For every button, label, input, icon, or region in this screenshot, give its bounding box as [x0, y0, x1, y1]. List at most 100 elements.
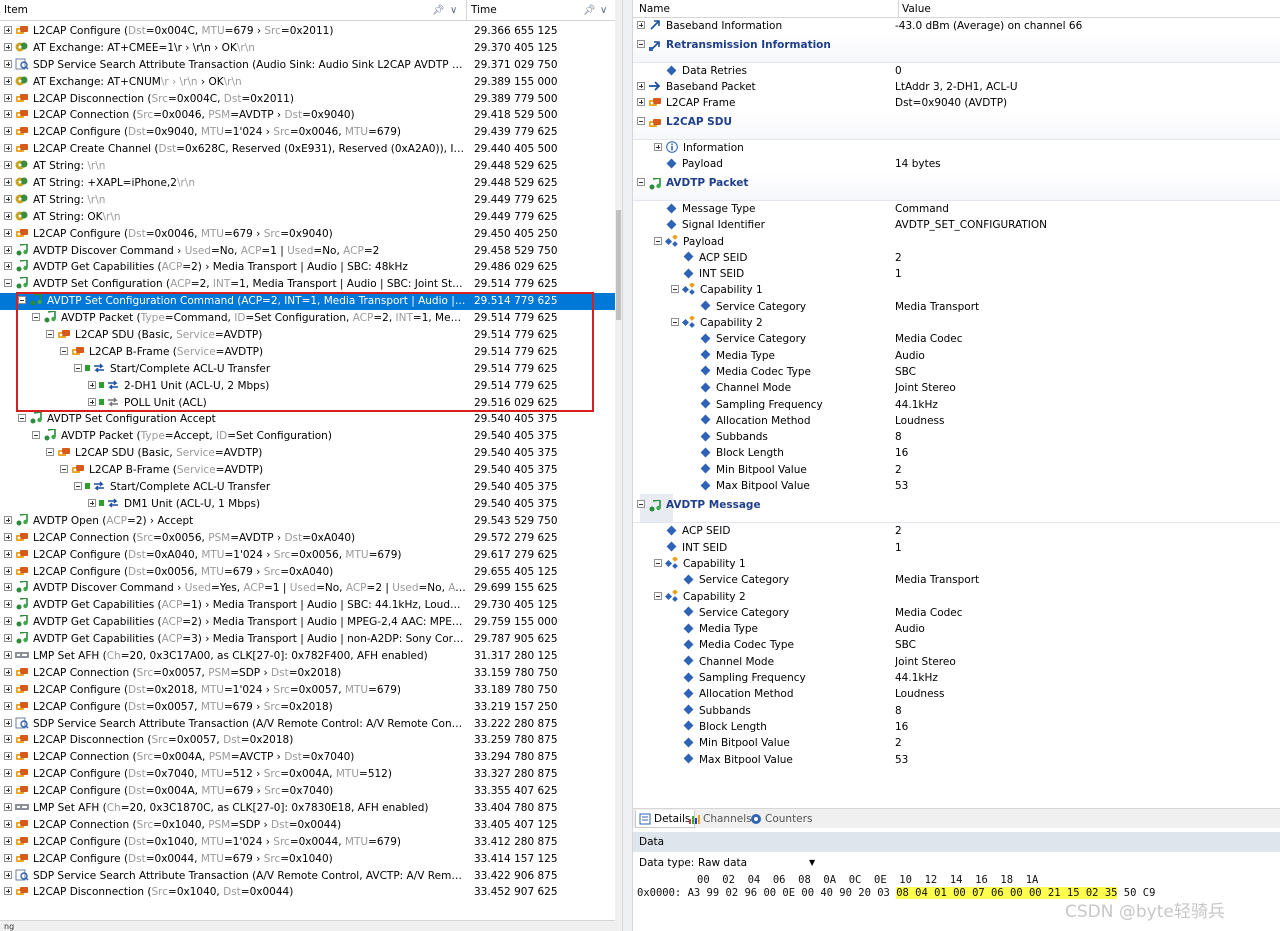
- details-row[interactable]: Channel Mode Joint Stereo: [633, 654, 1280, 670]
- frame-row[interactable]: SDP Service Search Attribute Transaction…: [0, 868, 615, 885]
- details-row[interactable]: Subbands 8: [633, 429, 1280, 445]
- expand-icon[interactable]: [4, 127, 12, 136]
- frame-row[interactable]: Start/Complete ACL-U Transfer 29.514 779 …: [0, 361, 615, 378]
- collapse-icon[interactable]: [671, 285, 679, 294]
- tab-counters[interactable]: Counters: [747, 810, 816, 828]
- expand-icon[interactable]: [4, 870, 12, 879]
- frame-row[interactable]: L2CAP Disconnection (Src=0x1040, Dst=0x0…: [0, 884, 615, 901]
- expand-icon[interactable]: [654, 143, 662, 151]
- details-row[interactable]: Sampling Frequency 44.1kHz: [633, 670, 1280, 686]
- expand-icon[interactable]: [637, 21, 645, 29]
- data-type-select[interactable]: Raw data: [693, 854, 819, 871]
- collapse-icon[interactable]: [654, 591, 662, 600]
- details-row[interactable]: Media Codec Type SBC: [633, 364, 1280, 380]
- frame-row[interactable]: AT String: \r\n 29.449 779 625: [0, 192, 615, 209]
- frame-row[interactable]: AVDTP Set Configuration Command (ACP=2, …: [0, 293, 615, 311]
- frame-row[interactable]: L2CAP Configure (Dst=0x0057, MTU=679 › S…: [0, 699, 615, 716]
- expand-icon[interactable]: [4, 144, 12, 153]
- column-header-name[interactable]: Name: [639, 0, 670, 18]
- collapse-icon[interactable]: [32, 431, 40, 440]
- details-row[interactable]: L2CAP Frame Dst=0x9040 (AVDTP): [633, 95, 1280, 111]
- frame-row[interactable]: AVDTP Open (ACP=2) › Accept 29.543 529 75…: [0, 512, 615, 530]
- frame-row[interactable]: AVDTP Set Configuration (ACP=2, INT=1, M…: [0, 276, 615, 293]
- details-row[interactable]: Service Category Media Codec: [633, 605, 1280, 621]
- frame-row[interactable]: AVDTP Set Configuration Accept 29.540 405…: [0, 411, 615, 428]
- details-section[interactable]: Retransmission Information: [633, 34, 1280, 63]
- frame-row[interactable]: L2CAP Configure (Dst=0xA040, MTU=1'024 ›…: [0, 547, 615, 564]
- expand-icon[interactable]: [4, 769, 12, 778]
- collapse-icon[interactable]: [4, 279, 12, 288]
- frame-row[interactable]: AT String: \r\n 29.448 529 625: [0, 158, 615, 175]
- details-row[interactable]: Min Bitpool Value 2: [633, 462, 1280, 478]
- frame-row[interactable]: L2CAP SDU (Basic, Service=AVDTP) 29.540 4…: [0, 445, 615, 462]
- frame-row[interactable]: SDP Service Search Attribute Transaction…: [0, 57, 615, 74]
- details-row[interactable]: Service Category Media Codec: [633, 331, 1280, 347]
- details-row[interactable]: Information: [633, 140, 1280, 156]
- collapse-icon[interactable]: [74, 482, 82, 491]
- frame-row[interactable]: L2CAP Configure (Dst=0x2018, MTU=1'024 ›…: [0, 682, 615, 699]
- frame-row[interactable]: L2CAP Configure (Dst=0x004C, MTU=679 › S…: [0, 23, 615, 40]
- frame-row[interactable]: L2CAP Create Channel (Dst=0x628C, Reserv…: [0, 141, 615, 158]
- frame-row[interactable]: L2CAP Connection (Src=0x1040, PSM=SDP › …: [0, 817, 615, 834]
- expand-icon[interactable]: [4, 583, 12, 592]
- frame-row[interactable]: L2CAP Disconnection (Src=0x0057, Dst=0x2…: [0, 732, 615, 749]
- details-section[interactable]: L2CAP SDU: [633, 111, 1280, 140]
- chevron-down-icon[interactable]: ∨: [450, 0, 457, 21]
- tab-channels[interactable]: Channels: [685, 810, 756, 828]
- frame-row[interactable]: L2CAP B-Frame (Service=AVDTP) 29.514 779 …: [0, 344, 615, 361]
- expand-icon[interactable]: [4, 245, 12, 254]
- frame-row[interactable]: AVDTP Discover Command › Used=Yes, ACP=1…: [0, 580, 615, 597]
- frame-row[interactable]: AVDTP Get Capabilities (ACP=3) › Media T…: [0, 631, 615, 648]
- expand-icon[interactable]: [4, 836, 12, 845]
- collapse-icon[interactable]: [637, 117, 645, 125]
- details-row[interactable]: Max Bitpool Value 53: [633, 478, 1280, 494]
- expand-icon[interactable]: [4, 110, 12, 119]
- expand-icon[interactable]: [4, 887, 12, 896]
- details-row[interactable]: Media Codec Type SBC: [633, 637, 1280, 653]
- details-row[interactable]: Media Type Audio: [633, 621, 1280, 637]
- collapse-icon[interactable]: [654, 236, 662, 245]
- frame-row[interactable]: SDP Service Search Attribute Transaction…: [0, 716, 615, 733]
- collapse-icon[interactable]: [32, 313, 40, 322]
- expand-icon[interactable]: [637, 82, 645, 90]
- frame-row[interactable]: L2CAP Configure (Dst=0x9040, MTU=1'024 ›…: [0, 124, 615, 141]
- frame-row[interactable]: AT Exchange: AT+CNUM\r › \r\n › OK\r\n 29…: [0, 74, 615, 91]
- expand-icon[interactable]: [4, 42, 12, 51]
- details-row[interactable]: Service Category Media Transport: [633, 572, 1280, 588]
- frame-row[interactable]: L2CAP SDU (Basic, Service=AVDTP) 29.514 7…: [0, 327, 615, 344]
- frame-row[interactable]: L2CAP Connection (Src=0x0057, PSM=SDP › …: [0, 665, 615, 682]
- pane-splitter[interactable]: [622, 0, 633, 931]
- frame-row[interactable]: LMP Set AFH (Ch=20, 0x3C1870C, as CLK[27…: [0, 800, 615, 817]
- details-row[interactable]: Channel Mode Joint Stereo: [633, 380, 1280, 396]
- details-section[interactable]: AVDTP Packet: [633, 172, 1280, 201]
- expand-icon[interactable]: [4, 26, 12, 34]
- frame-row[interactable]: 2-DH1 Unit (ACL-U, 2 Mbps) 29.514 779 625: [0, 378, 615, 395]
- expand-icon[interactable]: [4, 515, 12, 524]
- expand-icon[interactable]: [4, 735, 12, 744]
- expand-icon[interactable]: [4, 752, 12, 761]
- expand-icon[interactable]: [4, 650, 12, 659]
- collapse-icon[interactable]: [654, 558, 662, 567]
- details-row[interactable]: Payload: [633, 233, 1280, 250]
- details-row[interactable]: Capability 2: [633, 588, 1280, 605]
- frame-row[interactable]: L2CAP Configure (Dst=0x0044, MTU=679 › S…: [0, 851, 615, 868]
- frame-row[interactable]: L2CAP Connection (Src=0x004A, PSM=AVCTP …: [0, 749, 615, 766]
- expand-icon[interactable]: [4, 549, 12, 558]
- collapse-icon[interactable]: [60, 465, 68, 474]
- frame-row[interactable]: Start/Complete ACL-U Transfer 29.540 405 …: [0, 479, 615, 496]
- frame-row[interactable]: AVDTP Get Capabilities (ACP=2) › Media T…: [0, 614, 615, 631]
- details-row[interactable]: ACP SEID 2: [633, 250, 1280, 266]
- expand-icon[interactable]: [4, 532, 12, 541]
- expand-icon[interactable]: [4, 59, 12, 68]
- chevron-down-icon[interactable]: ∨: [600, 0, 607, 21]
- frame-row[interactable]: AVDTP Packet (Type=Command, ID=Set Confi…: [0, 310, 615, 327]
- expand-icon[interactable]: [4, 802, 12, 811]
- frame-row[interactable]: L2CAP Connection (Src=0x0046, PSM=AVDTP …: [0, 107, 615, 124]
- frame-row[interactable]: AT String: OK\r\n 29.449 779 625: [0, 209, 615, 226]
- collapse-icon[interactable]: [671, 318, 679, 327]
- frame-row[interactable]: L2CAP B-Frame (Service=AVDTP) 29.540 405 …: [0, 462, 615, 479]
- frame-row[interactable]: L2CAP Configure (Dst=0x1040, MTU=1'024 ›…: [0, 834, 615, 851]
- expand-icon[interactable]: [4, 853, 12, 862]
- column-header-time[interactable]: Time 📌︎ ∨: [467, 0, 615, 21]
- collapse-icon[interactable]: [46, 448, 54, 457]
